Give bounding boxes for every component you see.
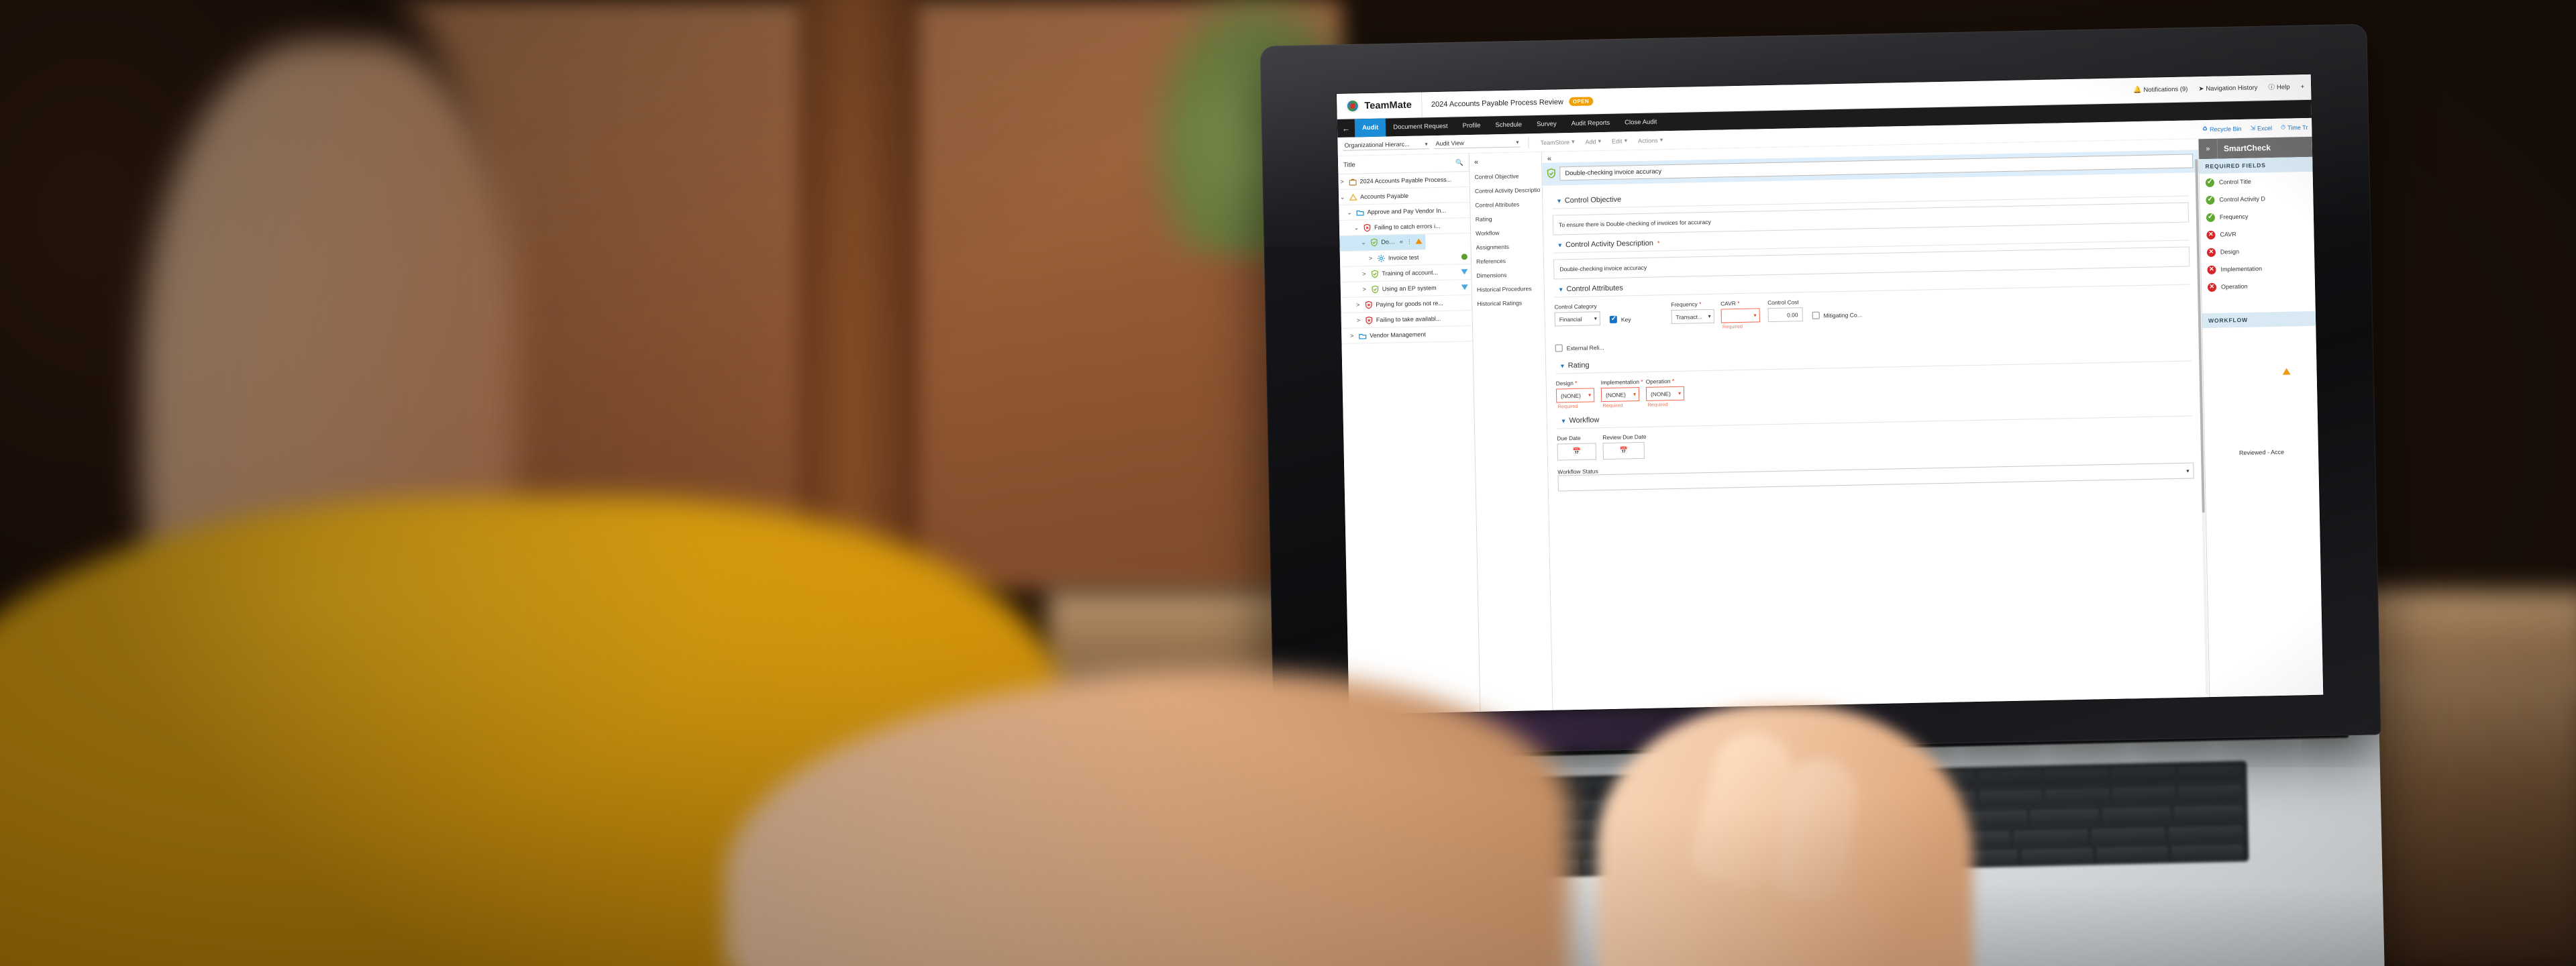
photo-vignette bbox=[0, 0, 2576, 966]
